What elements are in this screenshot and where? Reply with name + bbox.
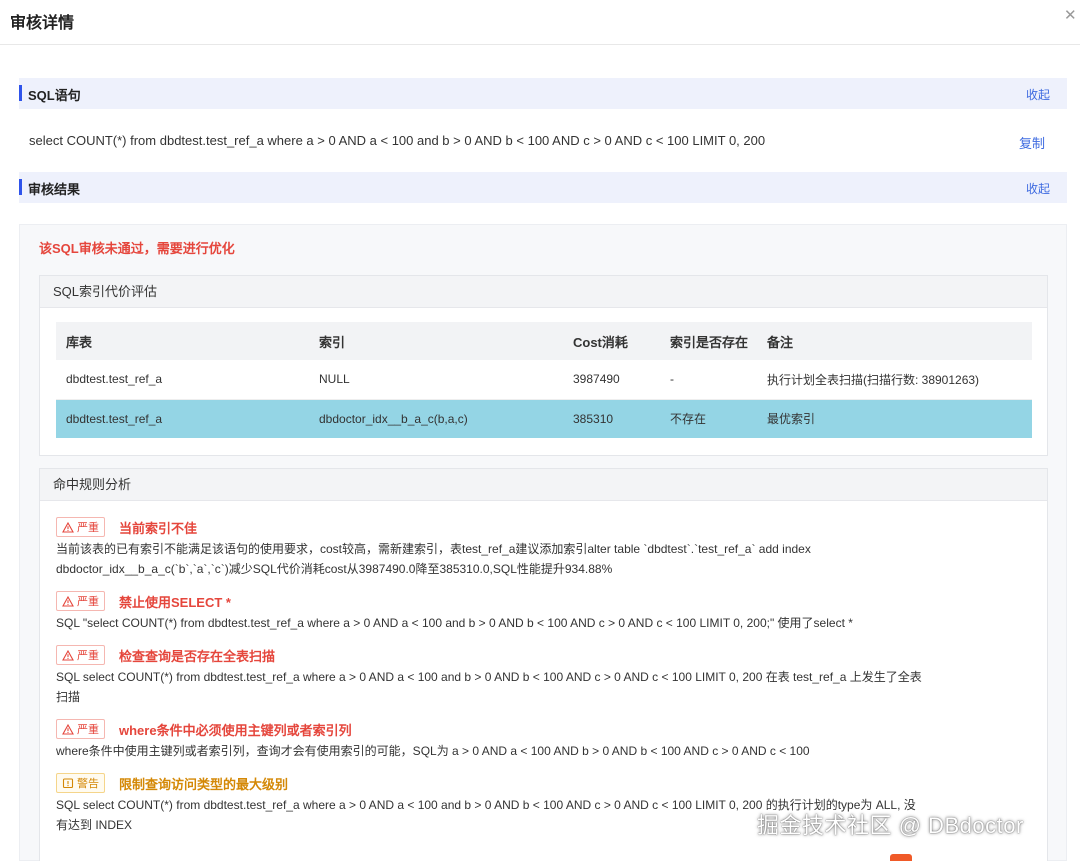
rule-description-line: dbdoctor_idx__b_a_c(`b`,`a`,`c`)减少SQL代价消… xyxy=(56,562,613,576)
cell-note: 最优索引 xyxy=(757,399,1032,438)
table-row[interactable]: dbdtest.test_ref_a NULL 3987490 - 执行计划全表… xyxy=(56,360,1032,400)
table-row-optimal[interactable]: dbdtest.test_ref_a dbdoctor_idx__b_a_c(b… xyxy=(56,399,1032,438)
column-header-exists: 索引是否存在 xyxy=(660,322,757,360)
cell-exists: - xyxy=(660,360,757,400)
cost-evaluation-card: SQL索引代价评估 库表 索引 Cost消耗 索引是否存在 备注 dbdtest… xyxy=(39,275,1048,456)
warning-triangle-icon xyxy=(62,595,74,607)
severity-badge: 严重 xyxy=(56,591,105,611)
column-header-table: 库表 xyxy=(56,322,309,360)
table-header-row: 库表 索引 Cost消耗 索引是否存在 备注 xyxy=(56,322,1032,360)
rule-item: 严重 where条件中必须使用主键列或者索引列 where条件中使用主键列或者索… xyxy=(56,718,1036,761)
column-header-cost: Cost消耗 xyxy=(563,322,660,360)
severity-badge: 严重 xyxy=(56,517,105,537)
rule-description-line: where条件中使用主键列或者索引列，查询才会有使用索引的可能，SQL为 a >… xyxy=(56,744,810,758)
result-section-header: 审核结果 收起 xyxy=(19,172,1067,203)
cell-table: dbdtest.test_ref_a xyxy=(56,360,309,400)
rule-description-line: 当前该表的已有索引不能满足该语句的使用要求，cost较高，需新建索引，表test… xyxy=(56,542,811,556)
rule-title: 当前索引不佳 xyxy=(119,520,198,536)
warning-badge: 警告 xyxy=(56,773,105,793)
severity-label: 严重 xyxy=(77,596,99,608)
cell-index: NULL xyxy=(309,360,563,400)
severity-label: 警告 xyxy=(77,778,99,790)
cell-note: 执行计划全表扫描(扫描行数: 38901263) xyxy=(757,360,1032,400)
cell-exists: 不存在 xyxy=(660,399,757,438)
rule-description: 当前该表的已有索引不能满足该语句的使用要求，cost较高，需新建索引，表test… xyxy=(56,539,1036,579)
rule-item: 严重 禁止使用SELECT * SQL "select COUNT(*) fro… xyxy=(56,590,1036,633)
warning-triangle-icon xyxy=(62,723,74,735)
severity-label: 严重 xyxy=(77,522,99,534)
cost-table: 库表 索引 Cost消耗 索引是否存在 备注 dbdtest.test_ref_… xyxy=(56,322,1032,438)
cell-index: dbdoctor_idx__b_a_c(b,a,c) xyxy=(309,399,563,438)
rule-description: where条件中使用主键列或者索引列，查询才会有使用索引的可能，SQL为 a >… xyxy=(56,741,1036,761)
rule-title: where条件中必须使用主键列或者索引列 xyxy=(119,722,352,738)
rule-title: 检查查询是否存在全表扫描 xyxy=(119,648,276,664)
sql-collapse-button[interactable]: 收起 xyxy=(1026,86,1050,103)
rules-card-title: 命中规则分析 xyxy=(40,469,1047,501)
rule-title: 禁止使用SELECT * xyxy=(119,594,231,610)
warning-triangle-icon xyxy=(62,649,74,661)
watermark: 掘金技术社区 @ DBdoctor xyxy=(757,813,1024,838)
rule-description-line: SQL select COUNT(*) from dbdtest.test_re… xyxy=(56,670,922,684)
rule-description: SQL select COUNT(*) from dbdtest.test_re… xyxy=(56,667,1036,707)
cell-table: dbdtest.test_ref_a xyxy=(56,399,309,438)
rule-description-line: SQL "select COUNT(*) from dbdtest.test_r… xyxy=(56,616,853,630)
cell-cost: 3987490 xyxy=(563,360,660,400)
alert-icon xyxy=(62,777,74,788)
sql-section-title: SQL语句 xyxy=(28,88,81,103)
severity-label: 严重 xyxy=(77,724,99,736)
rule-item: 严重 当前索引不佳 当前该表的已有索引不能满足该语句的使用要求，cost较高，需… xyxy=(56,516,1036,579)
orange-mark xyxy=(890,854,912,861)
copy-button[interactable]: 复制 xyxy=(1019,133,1045,152)
sql-section-header: SQL语句 收起 xyxy=(19,78,1067,109)
dialog-header: 审核详情 ✕ xyxy=(0,0,1080,45)
cost-card-title: SQL索引代价评估 xyxy=(40,276,1047,308)
warning-triangle-icon xyxy=(62,521,74,533)
audit-fail-message: 该SQL审核未通过，需要进行优化 xyxy=(39,241,235,256)
sql-statement: select COUNT(*) from dbdtest.test_ref_a … xyxy=(29,133,766,148)
close-icon[interactable]: ✕ xyxy=(1064,6,1078,26)
rule-description: SQL "select COUNT(*) from dbdtest.test_r… xyxy=(56,613,1036,633)
column-header-index: 索引 xyxy=(309,322,563,360)
section-accent xyxy=(19,179,22,195)
rule-item: 严重 检查查询是否存在全表扫描 SQL select COUNT(*) from… xyxy=(56,644,1036,707)
result-collapse-button[interactable]: 收起 xyxy=(1026,180,1050,197)
rule-description-line: 扫描 xyxy=(56,690,81,704)
severity-badge: 严重 xyxy=(56,645,105,665)
rule-title: 限制查询访问类型的最大级别 xyxy=(119,776,289,792)
column-header-note: 备注 xyxy=(757,322,1032,360)
cell-cost: 385310 xyxy=(563,399,660,438)
result-section-title: 审核结果 xyxy=(28,182,81,197)
severity-label: 严重 xyxy=(77,650,99,662)
severity-badge: 严重 xyxy=(56,719,105,739)
dialog-title: 审核详情 xyxy=(10,15,75,32)
section-accent xyxy=(19,85,22,101)
